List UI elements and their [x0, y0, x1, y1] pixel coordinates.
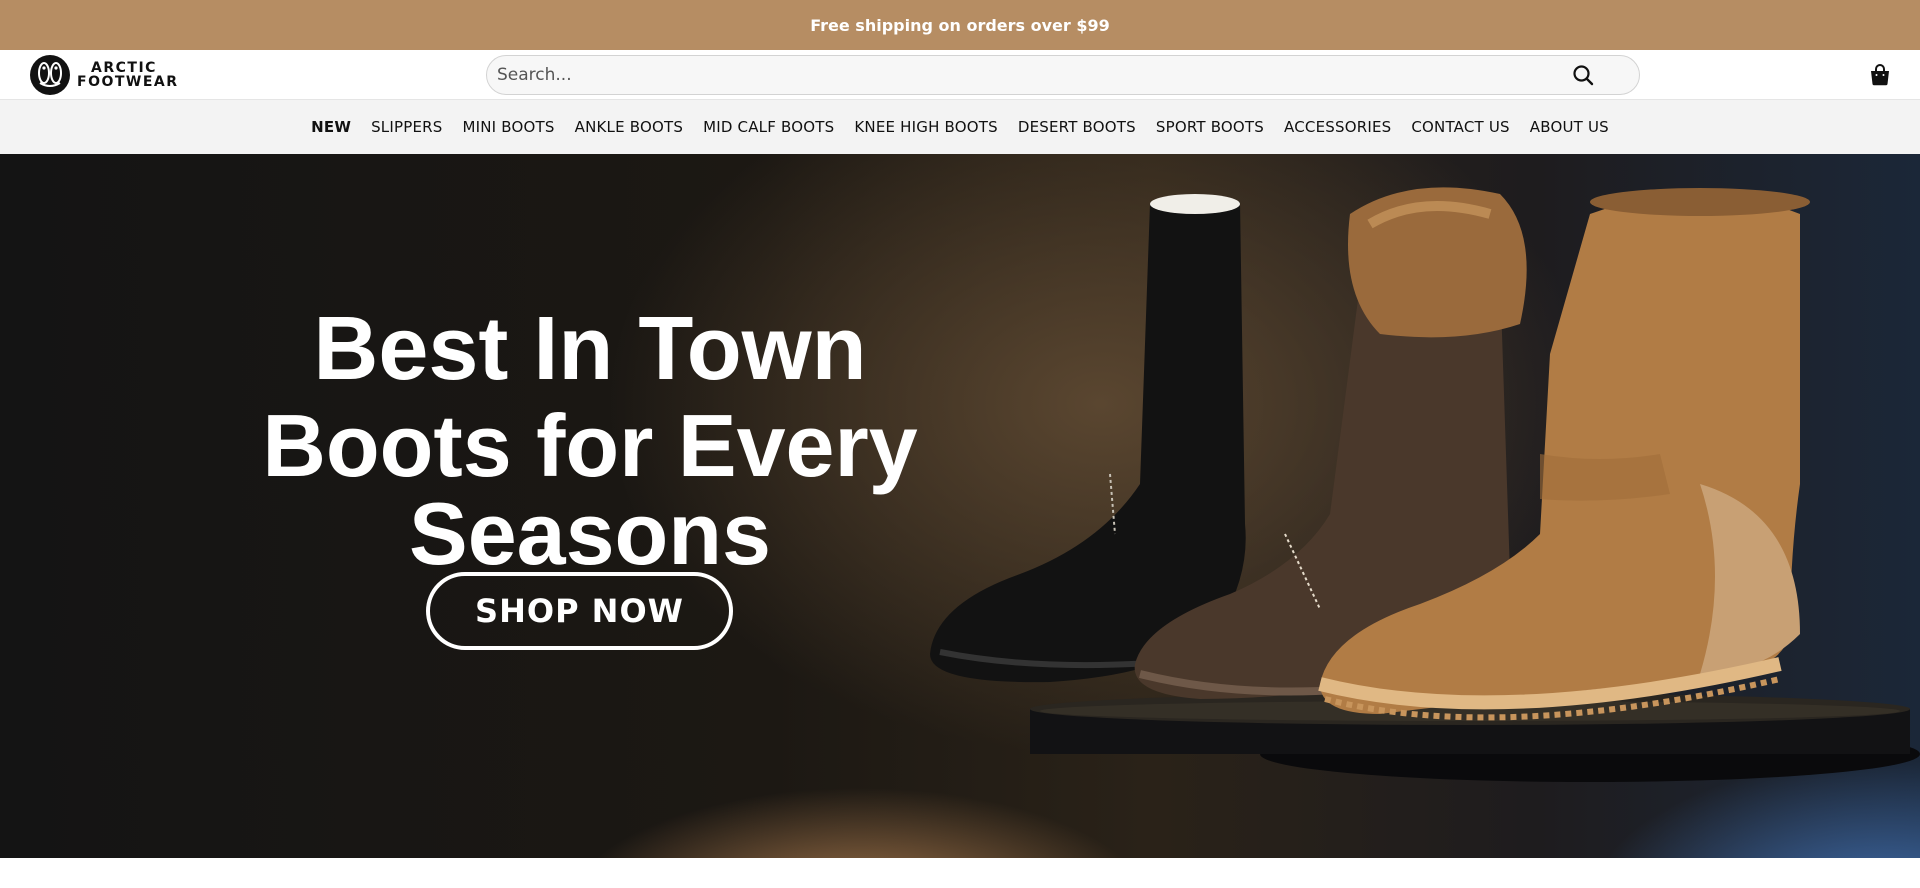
nav-item-contact-us[interactable]: CONTACT US — [1401, 118, 1519, 136]
search-bar — [486, 55, 1640, 95]
shopping-bag-icon — [1871, 64, 1889, 86]
site-header: ARCTIC FOOTWEAR — [0, 50, 1920, 100]
hero-title-line-2: Boots for Every Seasons — [262, 396, 918, 583]
nav-item-slippers[interactable]: SLIPPERS — [361, 118, 452, 136]
hero-title-line-1: Best In Town — [313, 299, 867, 399]
nav-item-sport-boots[interactable]: SPORT BOOTS — [1146, 118, 1274, 136]
logo-mark-icon — [30, 55, 70, 95]
nav-item-mini-boots[interactable]: MINI BOOTS — [453, 118, 565, 136]
announcement-text: Free shipping on orders over $99 — [810, 15, 1110, 35]
cart-button[interactable] — [1868, 63, 1892, 87]
search-icon — [1573, 65, 1594, 86]
nav-item-new[interactable]: NEW — [301, 118, 361, 136]
shop-now-button[interactable]: SHOP NOW — [426, 572, 733, 650]
search-input[interactable] — [487, 56, 1563, 94]
nav-item-desert-boots[interactable]: DESERT BOOTS — [1008, 118, 1146, 136]
search-button[interactable] — [1563, 57, 1603, 93]
logo-text: ARCTIC FOOTWEAR — [77, 61, 179, 89]
main-nav: NEW SLIPPERS MINI BOOTS ANKLE BOOTS MID … — [0, 100, 1920, 154]
nav-item-ankle-boots[interactable]: ANKLE BOOTS — [565, 118, 693, 136]
logo-line-1: ARCTIC — [91, 60, 157, 76]
hero-banner: Best In Town Boots for Every Seasons SHO… — [0, 154, 1920, 858]
nav-item-accessories[interactable]: ACCESSORIES — [1274, 118, 1401, 136]
nav-item-knee-high-boots[interactable]: KNEE HIGH BOOTS — [844, 118, 1007, 136]
nav-item-mid-calf-boots[interactable]: MID CALF BOOTS — [693, 118, 844, 136]
nav-item-about-us[interactable]: ABOUT US — [1520, 118, 1619, 136]
announcement-bar: Free shipping on orders over $99 — [0, 0, 1920, 50]
logo-line-2: FOOTWEAR — [77, 74, 179, 90]
logo-link[interactable]: ARCTIC FOOTWEAR — [29, 54, 179, 96]
